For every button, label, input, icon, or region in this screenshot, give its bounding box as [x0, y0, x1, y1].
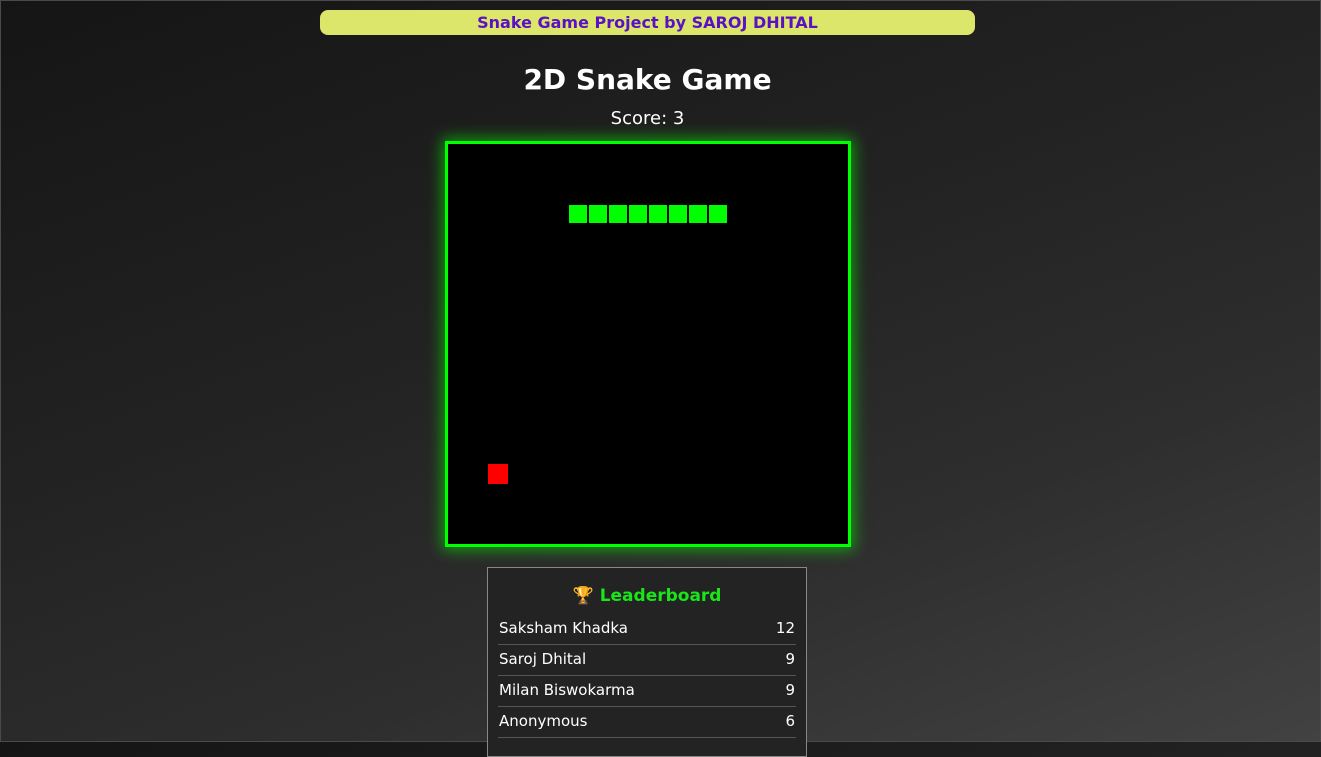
snake-segment — [628, 204, 648, 224]
snake-segment — [668, 204, 688, 224]
project-banner: Snake Game Project by SAROJ DHITAL — [320, 10, 975, 35]
leaderboard-row: Saroj Dhital 9 — [498, 645, 796, 676]
leaderboard-row: Milan Biswokarma 9 — [498, 676, 796, 707]
snake-segment — [688, 204, 708, 224]
player-score: 9 — [785, 681, 795, 699]
snake-segment — [568, 204, 588, 224]
snake-segment — [648, 204, 668, 224]
score-display: Score: 3 — [610, 108, 685, 129]
leaderboard-header: 🏆 Leaderboard — [498, 584, 796, 608]
player-name: Saroj Dhital — [499, 650, 587, 668]
player-name: Saksham Khadka — [499, 619, 628, 637]
snake-segment — [608, 204, 628, 224]
leaderboard-title: Leaderboard — [599, 586, 722, 606]
snake-segment — [588, 204, 608, 224]
leaderboard-panel: 🏆 Leaderboard Saksham Khadka 12 Saroj Dhi… — [487, 567, 807, 757]
game-title: 2D Snake Game — [523, 63, 772, 96]
food-item — [488, 464, 508, 484]
player-score: 9 — [785, 650, 795, 668]
player-name: Milan Biswokarma — [499, 681, 635, 699]
game-board[interactable] — [445, 141, 851, 547]
trophy-icon: 🏆 — [572, 586, 594, 606]
snake-segment — [708, 204, 728, 224]
leaderboard-row: Anonymous 6 — [498, 707, 796, 738]
leaderboard-row: Saksham Khadka 12 — [498, 614, 796, 645]
leaderboard-list: Saksham Khadka 12 Saroj Dhital 9 Milan B… — [498, 614, 796, 738]
player-score: 6 — [785, 712, 795, 730]
player-score: 12 — [775, 619, 795, 637]
player-name: Anonymous — [499, 712, 588, 730]
